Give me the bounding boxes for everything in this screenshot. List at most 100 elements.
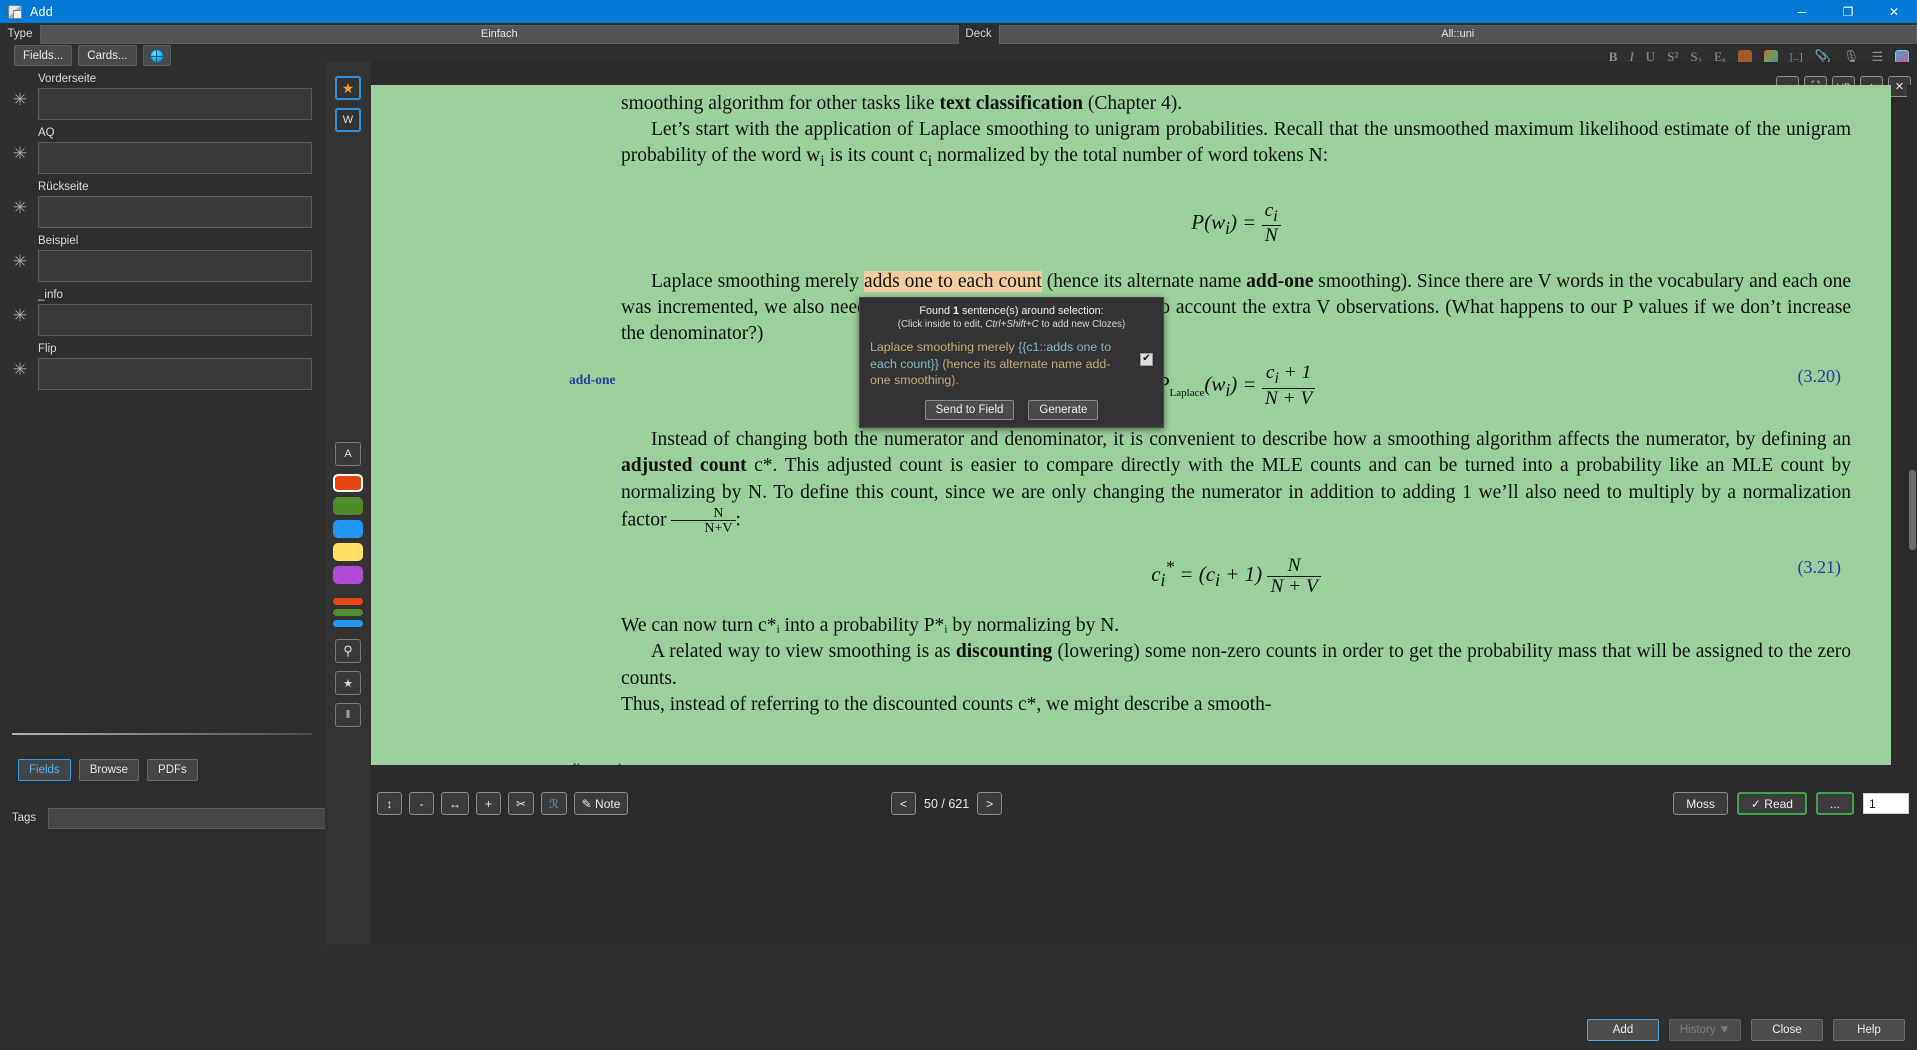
- field-input-beispiel[interactable]: [38, 250, 312, 282]
- pdf-text-run: Instead of changing both the numerator a…: [651, 429, 1851, 451]
- pdf-bold-term: adjusted count: [621, 455, 747, 477]
- popup-sentence-checkbox[interactable]: ✔: [1140, 353, 1153, 366]
- maximize-button[interactable]: ❐: [1825, 0, 1871, 23]
- field-input-info[interactable]: [38, 304, 312, 336]
- editor-tabs: Fields Browse PDFs: [18, 759, 198, 781]
- clipboard-button[interactable]: ℛ: [541, 792, 567, 815]
- tab-fields[interactable]: Fields: [18, 759, 71, 781]
- editor-divider: [12, 733, 312, 735]
- color-swatch-orange[interactable]: [333, 474, 363, 492]
- pdf-bottom-bar: ↕ - ↔ + ✂ ℛ ✎ Note < 50 / 621 > Moss ✓ R…: [371, 774, 1917, 834]
- field-input-vorderseite[interactable]: [38, 88, 312, 120]
- read-button[interactable]: ✓ Read: [1736, 792, 1807, 815]
- star-outline-icon: ★: [343, 677, 353, 690]
- text-tool-button[interactable]: A: [335, 442, 361, 466]
- cards-config-button[interactable]: Cards...: [78, 45, 137, 66]
- deck-button[interactable]: All::uni: [998, 24, 1917, 44]
- cloze-suggestion-popup[interactable]: Found 1 sentence(s) around selection: (C…: [859, 297, 1164, 428]
- popup-title: Found 1 sentence(s) around selection:: [870, 305, 1153, 317]
- pin-icon[interactable]: ✳: [12, 145, 28, 162]
- prev-page-button[interactable]: <: [891, 792, 916, 815]
- type-deck-bar: Type Einfach Deck All::uni: [0, 23, 1917, 45]
- fraction-denominator: N+V: [704, 520, 733, 537]
- zoom-in-button[interactable]: +: [476, 792, 501, 815]
- pdf-text-run: normalized by the total number of word t…: [932, 145, 1329, 167]
- language-button[interactable]: [142, 45, 171, 66]
- fraction-numerator: N: [1267, 555, 1321, 577]
- minimize-button[interactable]: ─: [1779, 0, 1825, 23]
- pdf-line-1: smoothing algorithm for other tasks like…: [621, 91, 1851, 117]
- pin-icon[interactable]: ✳: [12, 253, 28, 270]
- next-page-button[interactable]: >: [977, 792, 1003, 815]
- fraction-denominator: N + V: [1270, 575, 1318, 597]
- fit-page-button[interactable]: ↔: [441, 792, 469, 815]
- pdf-bold-term: text classification: [939, 93, 1083, 114]
- field-label: AQ: [38, 127, 55, 139]
- more-button[interactable]: ...: [1815, 792, 1854, 815]
- cut-icon-button[interactable]: ✂: [508, 792, 535, 815]
- add-button[interactable]: Add: [1587, 1019, 1659, 1041]
- field-input-rueckseite[interactable]: [38, 196, 312, 228]
- popup-button-row: Send to Field Generate: [860, 400, 1163, 420]
- color-swatch-purple[interactable]: [333, 566, 363, 584]
- pdf-text-run: A related way to view smoothing is as: [651, 641, 956, 663]
- pdf-text-run: c*. This adjusted count is easier to com…: [621, 455, 1851, 531]
- highlight-line-blue[interactable]: [333, 620, 363, 627]
- pdf-text-run: smoothing algorithm for other tasks like: [621, 93, 940, 114]
- magnifier-icon: ⚲: [343, 643, 353, 658]
- pdf-text-run: is its count c: [824, 145, 928, 167]
- fields-config-button[interactable]: Fields...: [14, 45, 73, 66]
- popup-title-suffix: sentence(s) around selection:: [959, 305, 1104, 317]
- field-label: Beispiel: [38, 235, 79, 247]
- history-button[interactable]: History ▼: [1669, 1019, 1741, 1041]
- resize-vertical-button[interactable]: ↕: [377, 792, 402, 815]
- field-input-flip[interactable]: [38, 358, 312, 390]
- w-tool-button[interactable]: W: [335, 108, 361, 132]
- moss-button[interactable]: Moss: [1673, 792, 1728, 815]
- search-tool-button[interactable]: ⚲: [335, 639, 361, 663]
- help-button[interactable]: Help: [1833, 1019, 1905, 1041]
- close-button[interactable]: Close: [1751, 1019, 1823, 1041]
- highlight-line-orange[interactable]: [333, 598, 363, 605]
- bookmark-tool-button[interactable]: ★: [335, 671, 361, 695]
- fraction-numerator: ci: [1261, 200, 1281, 227]
- highlight-line-green[interactable]: [333, 609, 363, 616]
- pdf-equation-1: P(w i) = ci N: [621, 200, 1851, 247]
- popup-body-prefix: Laplace smoothing merely: [870, 340, 1019, 354]
- pin-icon[interactable]: ✳: [12, 91, 28, 108]
- tab-browse[interactable]: Browse: [78, 759, 140, 781]
- color-swatch-blue[interactable]: [333, 520, 363, 538]
- zoom-out-button[interactable]: -: [409, 792, 434, 815]
- send-to-field-button[interactable]: Send to Field: [924, 400, 1015, 420]
- columns-tool-button[interactable]: ‖: [335, 703, 361, 727]
- equation-fraction: ci N: [1261, 200, 1281, 247]
- pdf-viewer-pane: ★ W A ⚲ ★ ‖ ↔ ⛶ L|R: [325, 62, 1917, 944]
- equation-plus: + 1): [1220, 562, 1263, 587]
- star-icon: ★: [341, 79, 355, 96]
- tab-pdfs[interactable]: PDFs: [147, 759, 198, 781]
- note-button[interactable]: ✎ Note: [573, 792, 629, 815]
- close-window-button[interactable]: ✕: [1871, 0, 1917, 23]
- star-tool-button[interactable]: ★: [335, 76, 361, 100]
- equation-fraction: ci + 1 N + V: [1261, 362, 1316, 409]
- notetype-button[interactable]: Einfach: [40, 24, 959, 44]
- field-input-aq[interactable]: [38, 142, 312, 174]
- popup-sentence-body[interactable]: Laplace smoothing merely {{c1::adds one …: [870, 339, 1153, 389]
- pdf-scrollbar-thumb[interactable]: [1909, 470, 1916, 550]
- color-swatch-yellow[interactable]: [333, 543, 363, 561]
- color-swatch-green[interactable]: [333, 497, 363, 515]
- dialog-button-row: Add History ▼ Close Help: [1587, 1019, 1905, 1041]
- pdf-right-controls: Moss ✓ Read ... 1: [1673, 792, 1909, 815]
- equation-fraction: N N + V: [1267, 555, 1321, 598]
- pin-icon[interactable]: ✳: [12, 307, 28, 324]
- pdf-text-run: :: [735, 509, 741, 531]
- pdf-left-controls: ↕ - ↔ + ✂ ℛ ✎ Note: [377, 792, 635, 815]
- pdf-equation-2: PLaplace(wi) = ci + 1 N + V (3.20): [621, 362, 1851, 409]
- generate-button[interactable]: Generate: [1028, 400, 1099, 420]
- pdf-selected-text[interactable]: adds one to each count: [863, 270, 1042, 292]
- pdf-scrollbar[interactable]: [1907, 85, 1917, 765]
- pin-icon[interactable]: ✳: [12, 361, 28, 378]
- pdf-bold-term: add-one: [1246, 270, 1314, 292]
- pin-icon[interactable]: ✳: [12, 199, 28, 216]
- page-jump-input[interactable]: 1: [1863, 793, 1909, 814]
